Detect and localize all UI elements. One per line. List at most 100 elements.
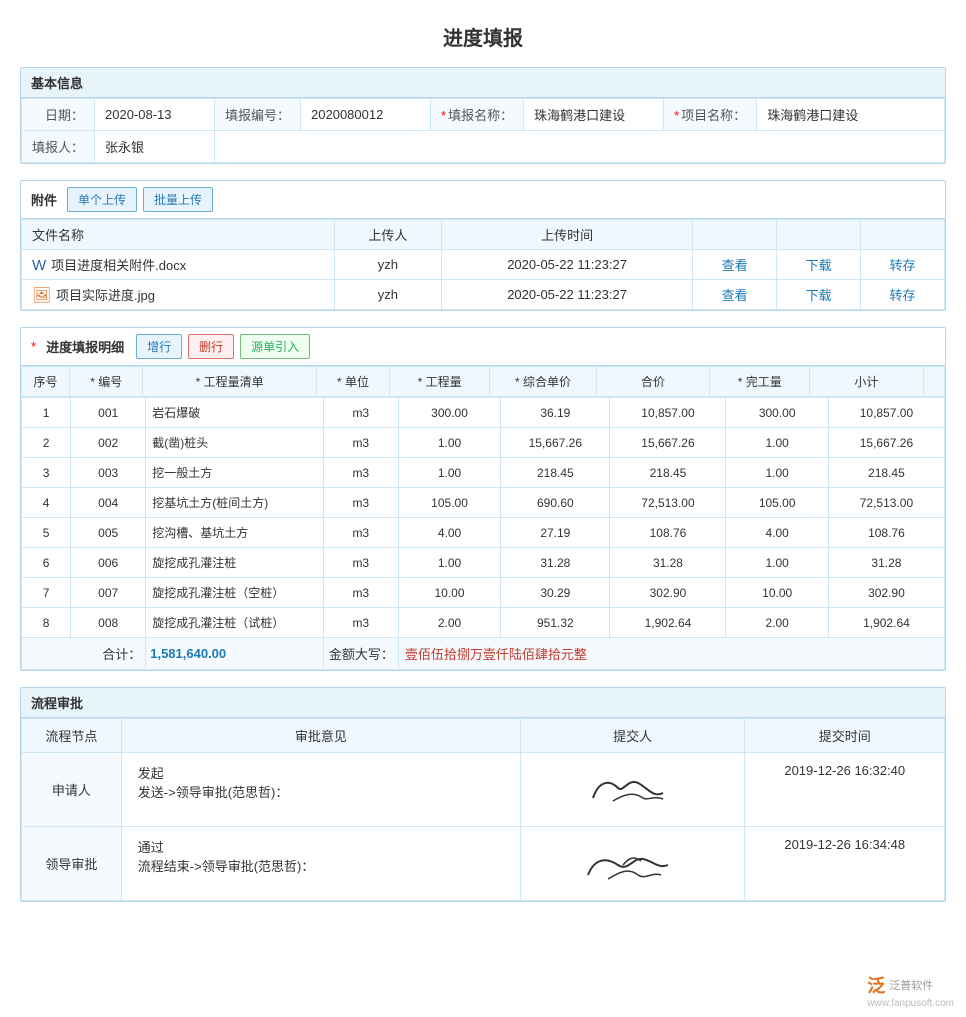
row-unit: m3 xyxy=(323,578,398,608)
file-transfer[interactable]: 转存 xyxy=(861,250,945,280)
reporter-value: 张永银 xyxy=(95,131,215,163)
detail-row: 1 001 岩石爆破 m3 300.00 36.19 10,857.00 300… xyxy=(22,398,945,428)
col-time-header: 上传时间 xyxy=(441,220,692,250)
detail-scroll-area: 1 001 岩石爆破 m3 300.00 36.19 10,857.00 300… xyxy=(21,397,945,670)
row-total: 218.45 xyxy=(610,458,726,488)
col-unit-header: * 单位 xyxy=(316,367,389,397)
delete-row-button[interactable]: 删行 xyxy=(188,334,234,359)
attachment-label: 附件 xyxy=(31,190,57,209)
file-transfer[interactable]: 转存 xyxy=(861,280,945,310)
flow-row: 申请人 发起 发送->领导审批(范思哲)： 2019-12-26 16:32:4… xyxy=(22,753,945,827)
row-qty: 1.00 xyxy=(398,458,500,488)
row-desc: 挖沟槽、基坑土方 xyxy=(146,518,324,548)
flow-col-opinion: 审批意见 xyxy=(121,719,520,753)
sum-label: 合计： xyxy=(22,638,146,670)
row-qty: 4.00 xyxy=(398,518,500,548)
row-price: 36.19 xyxy=(501,398,610,428)
row-qty: 1.00 xyxy=(398,548,500,578)
row-qty: 10.00 xyxy=(398,578,500,608)
row-done: 105.00 xyxy=(726,488,828,518)
detail-row: 2 002 截(凿)桩头 m3 1.00 15,667.26 15,667.26… xyxy=(22,428,945,458)
row-qty: 2.00 xyxy=(398,608,500,638)
row-sub: 108.76 xyxy=(828,518,944,548)
row-seq: 7 xyxy=(22,578,71,608)
flow-opinion: 通过 流程结束->领导审批(范思哲)： xyxy=(121,827,520,901)
col-total-header: 合价 xyxy=(596,367,709,397)
row-sub: 10,857.00 xyxy=(828,398,944,428)
img-icon: 🖼 xyxy=(32,287,51,304)
row-code: 002 xyxy=(71,428,146,458)
detail-row: 8 008 旋挖成孔灌注桩（试桩） m3 2.00 951.32 1,902.6… xyxy=(22,608,945,638)
flow-table: 流程节点 审批意见 提交人 提交时间 申请人 发起 发送->领导审批(范思哲)：… xyxy=(21,718,945,901)
row-qty: 1.00 xyxy=(398,428,500,458)
row-done: 1.00 xyxy=(726,458,828,488)
row-sub: 302.90 xyxy=(828,578,944,608)
row-done: 10.00 xyxy=(726,578,828,608)
row-total: 302.90 xyxy=(610,578,726,608)
col-desc-header: * 工程量清单 xyxy=(143,367,316,397)
row-desc: 旋挖成孔灌注桩（试桩） xyxy=(146,608,324,638)
file-download[interactable]: 下载 xyxy=(777,280,861,310)
basic-info-header: 基本信息 xyxy=(21,68,945,98)
batch-upload-button[interactable]: 批量上传 xyxy=(143,187,213,212)
name-value: 珠海鹤港口建设 xyxy=(524,99,664,131)
flow-node: 申请人 xyxy=(22,753,122,827)
file-name: W项目进度相关附件.docx xyxy=(22,250,335,280)
add-row-button[interactable]: 增行 xyxy=(136,334,182,359)
row-unit: m3 xyxy=(323,548,398,578)
col-filename-header: 文件名称 xyxy=(22,220,335,250)
flow-opinion-line2: 流程结束->领导审批(范思哲)： xyxy=(138,856,504,875)
row-unit: m3 xyxy=(323,608,398,638)
flow-opinion-line1: 发起 xyxy=(138,763,504,782)
project-label: *项目名称： xyxy=(664,99,757,131)
row-seq: 3 xyxy=(22,458,71,488)
attachment-toolbar: 附件 单个上传 批量上传 xyxy=(21,181,945,219)
basic-info-section: 基本信息 日期： 2020-08-13 填报编号： 2020080012 *填报… xyxy=(20,67,946,164)
flow-header: 流程审批 xyxy=(21,688,945,718)
detail-star: * xyxy=(31,339,36,354)
import-button[interactable]: 源单引入 xyxy=(240,334,310,359)
row-code: 006 xyxy=(71,548,146,578)
row-sub: 218.45 xyxy=(828,458,944,488)
file-download[interactable]: 下载 xyxy=(777,250,861,280)
row-code: 005 xyxy=(71,518,146,548)
row-desc: 旋挖成孔灌注桩（空桩） xyxy=(146,578,324,608)
row-done: 300.00 xyxy=(726,398,828,428)
flow-row: 领导审批 通过 流程结束->领导审批(范思哲)： 2019-12-26 16:3… xyxy=(22,827,945,901)
col-sub-header: 小计 xyxy=(810,367,923,397)
file-view[interactable]: 查看 xyxy=(693,280,777,310)
single-upload-button[interactable]: 单个上传 xyxy=(67,187,137,212)
name-label: *填报名称： xyxy=(431,99,524,131)
flow-submitter xyxy=(520,827,745,901)
attachment-row: W项目进度相关附件.docx yzh 2020-05-22 11:23:27 查… xyxy=(22,250,945,280)
attachment-table: 文件名称 上传人 上传时间 W项目进度相关附件.docx yzh 2020-05… xyxy=(21,219,945,310)
row-price: 30.29 xyxy=(501,578,610,608)
row-desc: 岩石爆破 xyxy=(146,398,324,428)
detail-table: 序号 * 编号 * 工程量清单 * 单位 * 工程量 * 综合单价 合价 * 完… xyxy=(21,366,945,397)
col-code-header: * 编号 xyxy=(70,367,143,397)
flow-col-submitter: 提交人 xyxy=(520,719,745,753)
row-total: 72,513.00 xyxy=(610,488,726,518)
row-unit: m3 xyxy=(323,518,398,548)
row-total: 108.76 xyxy=(610,518,726,548)
row-unit: m3 xyxy=(323,458,398,488)
page-title: 进度填报 xyxy=(20,10,946,67)
attachment-section: 附件 单个上传 批量上传 文件名称 上传人 上传时间 W项目进度相关附件.doc… xyxy=(20,180,946,311)
row-desc: 挖一般土方 xyxy=(146,458,324,488)
detail-row: 3 003 挖一般土方 m3 1.00 218.45 218.45 1.00 2… xyxy=(22,458,945,488)
file-time: 2020-05-22 11:23:27 xyxy=(441,250,692,280)
file-uploader: yzh xyxy=(334,280,441,310)
row-seq: 5 xyxy=(22,518,71,548)
code-value: 2020080012 xyxy=(301,99,431,131)
row-code: 004 xyxy=(71,488,146,518)
detail-label: 进度填报明细 xyxy=(46,337,124,356)
file-view[interactable]: 查看 xyxy=(693,250,777,280)
row-sub: 15,667.26 xyxy=(828,428,944,458)
flow-time: 2019-12-26 16:32:40 xyxy=(745,753,945,827)
row-price: 27.19 xyxy=(501,518,610,548)
amount-value: 壹佰伍拾捌万壹仟陆佰肆拾元整 xyxy=(398,638,944,670)
row-seq: 8 xyxy=(22,608,71,638)
flow-col-time: 提交时间 xyxy=(745,719,945,753)
col-uploader-header: 上传人 xyxy=(334,220,441,250)
flow-time: 2019-12-26 16:34:48 xyxy=(745,827,945,901)
